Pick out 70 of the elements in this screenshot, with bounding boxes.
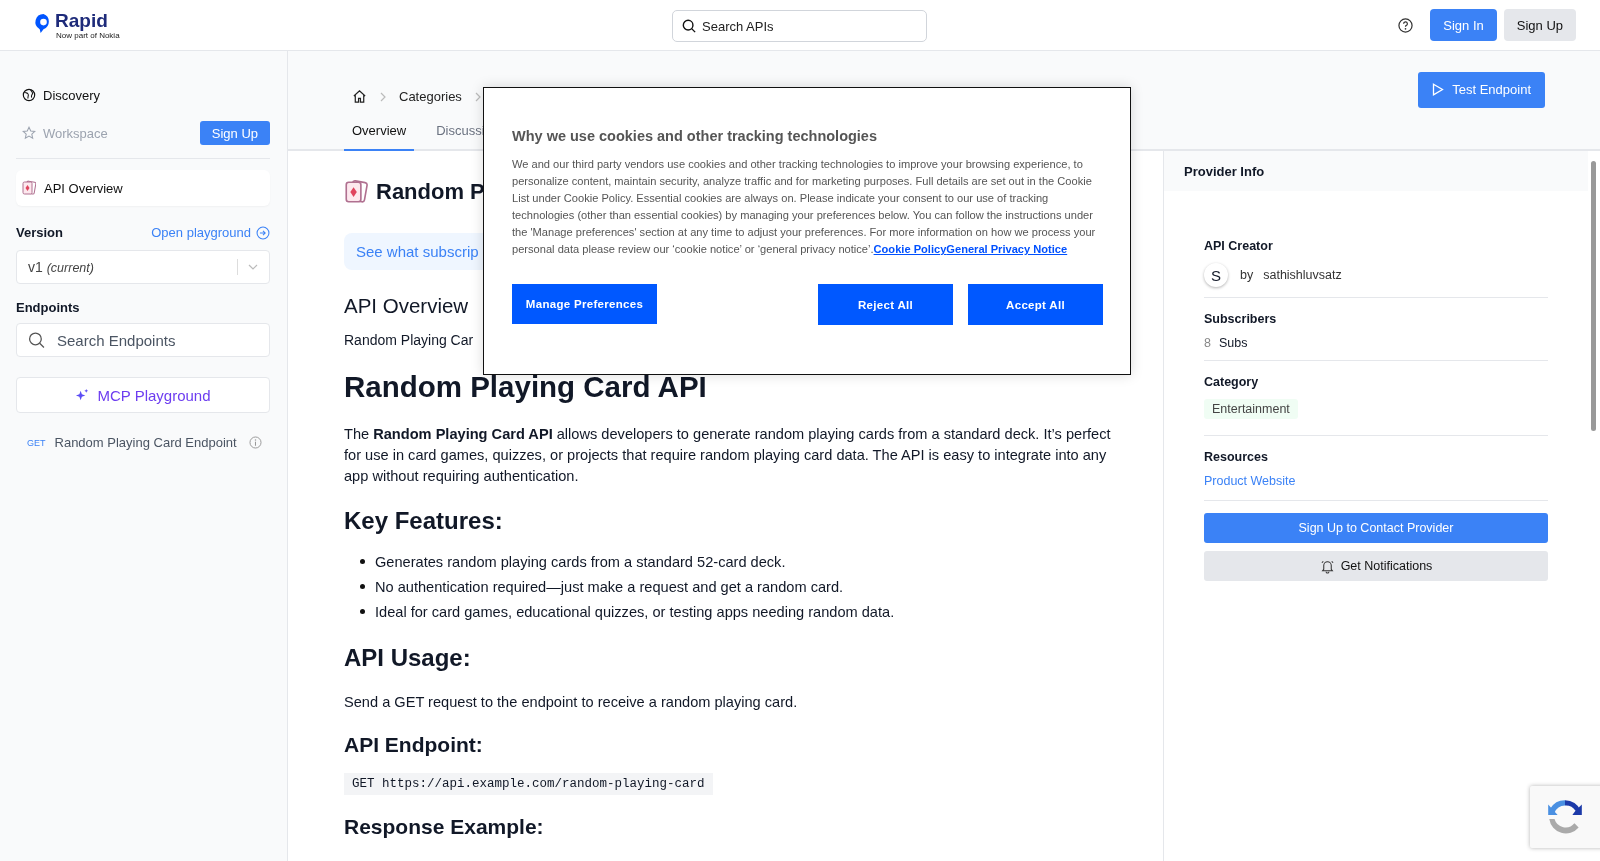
heading: Key Features: [344,507,503,535]
cookie-button[interactable]: Manage Preferences [512,284,657,324]
star-icon [22,126,36,140]
notifications-button[interactable]: Get Notifications [1204,551,1548,581]
heading: API Usage: [344,644,471,672]
scrollbar[interactable] [1591,161,1596,431]
avatar: S [1204,263,1228,287]
sign-up-button[interactable]: Sign Up [1503,9,1576,41]
section-text: Random Playing Car [344,332,474,348]
cookie-button[interactable]: Reject All [818,284,953,325]
version-label: Version [16,225,63,240]
method-tag: GET [27,437,46,448]
mcp-playground-button[interactable]: MCP Playground [16,377,270,413]
field-label: Category [1204,375,1259,389]
logo-tagline: Now part of Nokia [56,30,120,40]
field-label: Subscribers [1204,312,1277,326]
tab[interactable]: Overview [344,123,415,151]
search-field[interactable]: Search Endpoints [16,323,270,357]
contact-provider-button[interactable]: Sign Up to Contact Provider [1204,513,1548,543]
api-overview-item[interactable]: API Overview [16,170,270,206]
policy-link[interactable]: Cookie Policy [873,243,947,255]
heading: Random Playing Card API [344,370,707,404]
field-label: Resources [1204,450,1268,464]
cards-icon [22,180,36,196]
subscriber-unit: Subs [1218,336,1248,350]
panel-title: Provider Info [1184,163,1265,179]
list-item: No authentication required—just make a request and get a random card. [375,578,844,595]
logo-text: Rapid [55,10,109,31]
search-field[interactable]: Search APIs [672,10,927,42]
creator-prefix: by [1240,268,1254,282]
api-title: Random P [376,179,485,205]
list-item: Generates random playing cards from a standard 52-card deck. [375,553,786,570]
cards-icon [344,179,368,205]
code-snippet: GET https://api.example.com/random-playing-card [344,773,713,795]
heading: Response Example: [344,815,544,839]
test-endpoint-button[interactable]: Test Endpoint [1418,71,1545,108]
recaptcha-badge[interactable] [1530,786,1600,848]
globe-icon [22,88,36,102]
paragraph: The Random Playing Card API allows developers to generate random playing cards from a standard deck. It’s perfect for use in card games, quizzes, or projects that require random playing card data. The API is easy to integrate into any app without requiring authentication. [344,425,1112,486]
bullet-icon [360,584,365,589]
product-website-link[interactable]: Product Website [1204,474,1296,488]
open-playground-link[interactable]: Open playground [151,225,270,240]
subscriber-count: 8 [1204,336,1211,350]
endpoints-label: Endpoints [16,300,81,315]
nav-item[interactable]: Discovery [16,87,101,103]
dialog-title: Why we use cookies and other tracking technologies [512,128,878,144]
chevron-right-icon [380,91,386,102]
creator-link[interactable]: sathishluvsatz [1263,268,1342,282]
policy-link[interactable]: General Privacy Notice [946,243,1068,255]
sign-in-button[interactable]: Sign In [1430,9,1497,41]
help-icon[interactable] [1398,17,1414,33]
breadcrumb-link[interactable]: Categories [399,89,462,104]
endpoint-link[interactable]: Random Playing Card Endpoint [54,435,240,450]
category-tag[interactable]: Entertainment [1204,399,1298,419]
list-item: Ideal for card games, educational quizzes, or testing apps needing random data. [375,603,895,620]
play-icon [1432,83,1445,96]
bullet-icon [360,559,365,564]
chevron-down-icon [248,264,258,270]
bell-icon [1319,558,1335,574]
version-select[interactable]: v1 (current) [16,250,270,284]
paragraph: Send a GET request to the endpoint to receive a random playing card. [344,693,799,712]
cookie-button[interactable]: Accept All [968,284,1103,325]
home-icon[interactable] [352,89,367,104]
sign-up-button[interactable]: Sign Up [199,121,270,145]
field-label: API Creator [1204,239,1273,253]
section-heading: API Overview [344,294,469,318]
bullet-icon [360,609,365,614]
arrow-circle-icon [256,225,270,240]
chevron-right-icon [474,91,481,102]
heading: API Endpoint: [344,733,483,757]
